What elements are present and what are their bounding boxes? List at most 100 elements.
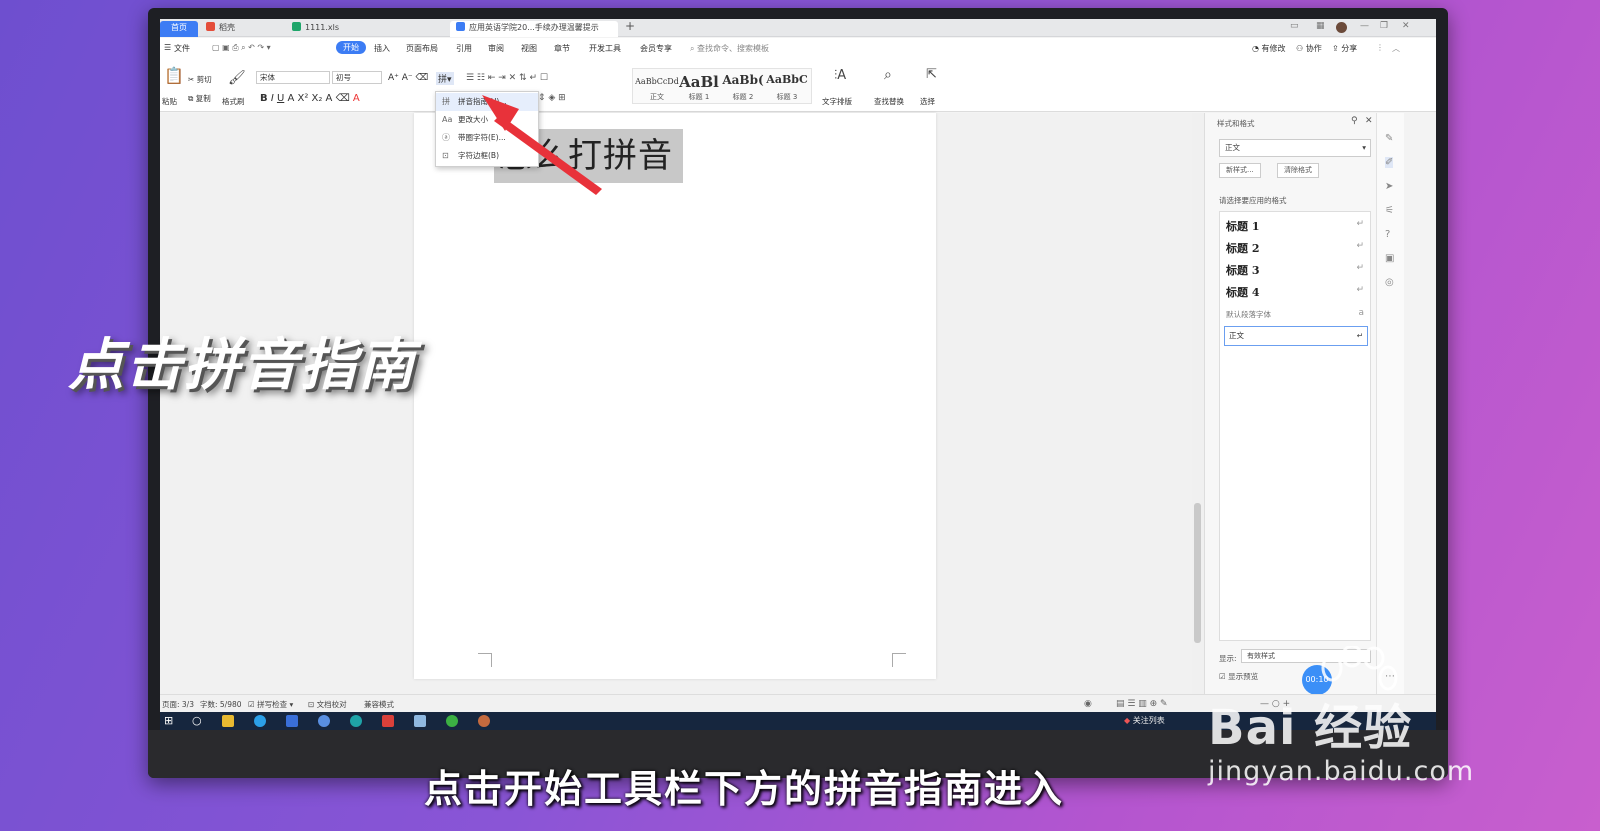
image-icon[interactable]: ▣ (1385, 253, 1394, 264)
style-preview-h3[interactable]: AaBbC (765, 73, 809, 86)
style-preview-h1[interactable]: AaBl (677, 73, 721, 91)
style-item-default-font[interactable]: 默认段落字体 (1226, 309, 1271, 320)
menu-review[interactable]: 审阅 (488, 43, 504, 54)
find-icon[interactable]: ⌕ (884, 67, 892, 83)
pin-icon[interactable]: ⚲ (1351, 116, 1358, 126)
collab-button[interactable]: ⚇ 协作 (1296, 43, 1322, 54)
hamburger-icon[interactable]: ☰ (164, 43, 171, 52)
collapse-icon[interactable]: ︿ (1392, 43, 1400, 54)
style-item-h2[interactable]: 标题 2 (1226, 240, 1259, 256)
copy-button[interactable]: ⧉ 复制 (188, 93, 211, 104)
menu-member[interactable]: 会员专享 (640, 43, 672, 54)
text-layout-label[interactable]: 文字排版 (822, 96, 852, 107)
backup-icon[interactable]: ◎ (1385, 277, 1394, 288)
share-button[interactable]: ⇪ 分享 (1332, 43, 1357, 54)
menu-item-circle-char[interactable]: ⓐ 带圈字符(E)... (436, 129, 538, 147)
border-char-icon: ⊡ (442, 151, 449, 160)
text-layout-icon[interactable]: ⫶A (834, 68, 846, 83)
tab-home[interactable]: 首页 (160, 21, 198, 37)
menu-item-change-case[interactable]: Aa 更改大小 (436, 111, 538, 129)
edge-icon[interactable] (350, 715, 362, 727)
style-preview-normal[interactable]: AaBbCcDd (635, 77, 679, 86)
help-icon[interactable]: ? (1385, 229, 1390, 240)
show-preview-checkbox[interactable]: ☑ 显示预览 (1219, 671, 1258, 682)
style-item-h4[interactable]: 标题 4 (1226, 284, 1259, 300)
pinyin-icon: 拼 (442, 97, 450, 106)
new-style-button[interactable]: 新样式... (1219, 163, 1261, 178)
scroll-thumb[interactable] (1194, 503, 1201, 643)
text-format-buttons[interactable]: B I U A X² X₂ A ⌫ A (260, 93, 360, 104)
cut-button[interactable]: ✂ 剪切 (188, 74, 212, 85)
search-circle-icon[interactable]: ○ (192, 714, 202, 727)
menu-file[interactable]: 文件 (174, 43, 190, 54)
font-size-buttons[interactable]: A⁺ A⁻ ⌫ (388, 73, 428, 83)
paste-icon[interactable]: 📋 (164, 66, 184, 85)
browser-icon[interactable] (254, 715, 266, 727)
menu-start[interactable]: 开始 (336, 41, 366, 54)
paste-label[interactable]: 粘贴 (162, 96, 177, 107)
vertical-scrollbar[interactable] (1192, 113, 1204, 694)
new-tab-icon[interactable]: + (625, 19, 635, 33)
find-replace-label[interactable]: 查找替换 (874, 96, 904, 107)
restore-icon[interactable]: ❐ (1380, 21, 1388, 31)
style-preview-h2[interactable]: AaBb( (721, 73, 765, 87)
stock-watchlist[interactable]: ◆ 关注列表 (1124, 715, 1165, 726)
menu-reference[interactable]: 引用 (456, 43, 472, 54)
select-label[interactable]: 选择 (920, 96, 935, 107)
menu-item-pinyin-guide[interactable]: 拼拼音指南(U)... (436, 93, 538, 111)
clear-format-button[interactable]: 清除格式 (1277, 163, 1319, 178)
page-count: 页面: 3/3 (162, 700, 194, 709)
tab-document[interactable]: 应用英语学院20...手续办理温馨提示 (450, 21, 618, 37)
wechat-icon[interactable] (446, 715, 458, 727)
font-size-select[interactable]: 初号 (332, 71, 382, 84)
spell-check[interactable]: ☑ 拼写检查 ▾ (248, 699, 293, 710)
windows-start-icon[interactable]: ⊞ (164, 714, 173, 727)
minimize-icon[interactable]: — (1360, 21, 1369, 31)
style-brush-icon[interactable]: ✎ (1385, 133, 1393, 144)
grid-icon[interactable]: ▦ (1316, 21, 1325, 31)
menu-item-char-border[interactable]: ⊡ 字符边框(B) (436, 147, 538, 165)
paragraph-buttons-2[interactable]: ⇕ ◈ ⊞ (538, 93, 566, 103)
app-icon[interactable] (318, 715, 330, 727)
word-count[interactable]: 字数: 5/980 (200, 699, 242, 710)
style-item-normal-selected[interactable]: 正文 ↵ (1224, 326, 1368, 346)
paragraph-buttons[interactable]: ☰ ☷ ⇤ ⇥ ✕ ⇅ ↵ ☐ (466, 73, 548, 83)
layout-icon[interactable]: ▭ (1290, 21, 1299, 31)
tab-xls[interactable]: 1111.xls (286, 21, 446, 37)
wps-icon[interactable] (382, 715, 394, 727)
select-cursor-icon[interactable]: ⇱ (926, 67, 937, 82)
search-command[interactable]: ⌕ 查找命令、搜索模板 (690, 43, 769, 54)
pinyin-dropdown-button[interactable]: 拼▾ (436, 72, 454, 85)
eye-icon[interactable]: ◉ (1084, 699, 1092, 709)
edit-pen-icon[interactable]: ✐ (1385, 157, 1394, 168)
style-item-h1[interactable]: 标题 1 (1226, 218, 1259, 234)
file-explorer-icon[interactable] (222, 715, 234, 727)
close-icon[interactable]: ✕ (1402, 21, 1410, 31)
format-painter-icon[interactable]: 🖌 (228, 70, 246, 86)
format-painter-label[interactable]: 格式刷 (222, 96, 245, 107)
avatar[interactable] (1336, 22, 1347, 33)
adjust-icon[interactable]: ⚟ (1385, 205, 1394, 216)
style-item-h3[interactable]: 标题 3 (1226, 262, 1259, 278)
app-icon[interactable] (286, 715, 298, 727)
view-mode-icons[interactable]: ▤ ☰ ▥ ⊕ ✎ (1116, 699, 1168, 709)
menu-developer[interactable]: 开发工具 (589, 43, 621, 54)
copy-icon: ⧉ (188, 94, 194, 103)
tab-daoke[interactable]: 稻壳 (200, 21, 284, 37)
font-name-select[interactable]: 宋体 (256, 71, 330, 84)
app-icon[interactable] (478, 715, 490, 727)
quick-access-icons[interactable]: ▢ ▣ ⎙ ⌕ ↶ ↷ ▾ (212, 43, 271, 53)
tab-label: 1111.xls (305, 23, 340, 32)
more-icon[interactable]: ⋮ (1376, 43, 1384, 52)
modified-button[interactable]: ◔ 有修改 (1252, 43, 1286, 54)
cursor-icon[interactable]: ➤ (1385, 181, 1393, 192)
app-icon[interactable] (414, 715, 426, 727)
document-page[interactable]: 怎么打拼音 (414, 113, 936, 679)
menu-insert[interactable]: 插入 (374, 43, 390, 54)
panel-close-icon[interactable]: ✕ (1365, 116, 1373, 126)
doc-check[interactable]: ⊡ 文档校对 (308, 699, 347, 710)
menu-chapter[interactable]: 章节 (554, 43, 570, 54)
menu-view[interactable]: 视图 (521, 43, 537, 54)
current-style-select[interactable]: 正文 ▾ (1219, 139, 1371, 157)
menu-page-layout[interactable]: 页面布局 (406, 43, 438, 54)
